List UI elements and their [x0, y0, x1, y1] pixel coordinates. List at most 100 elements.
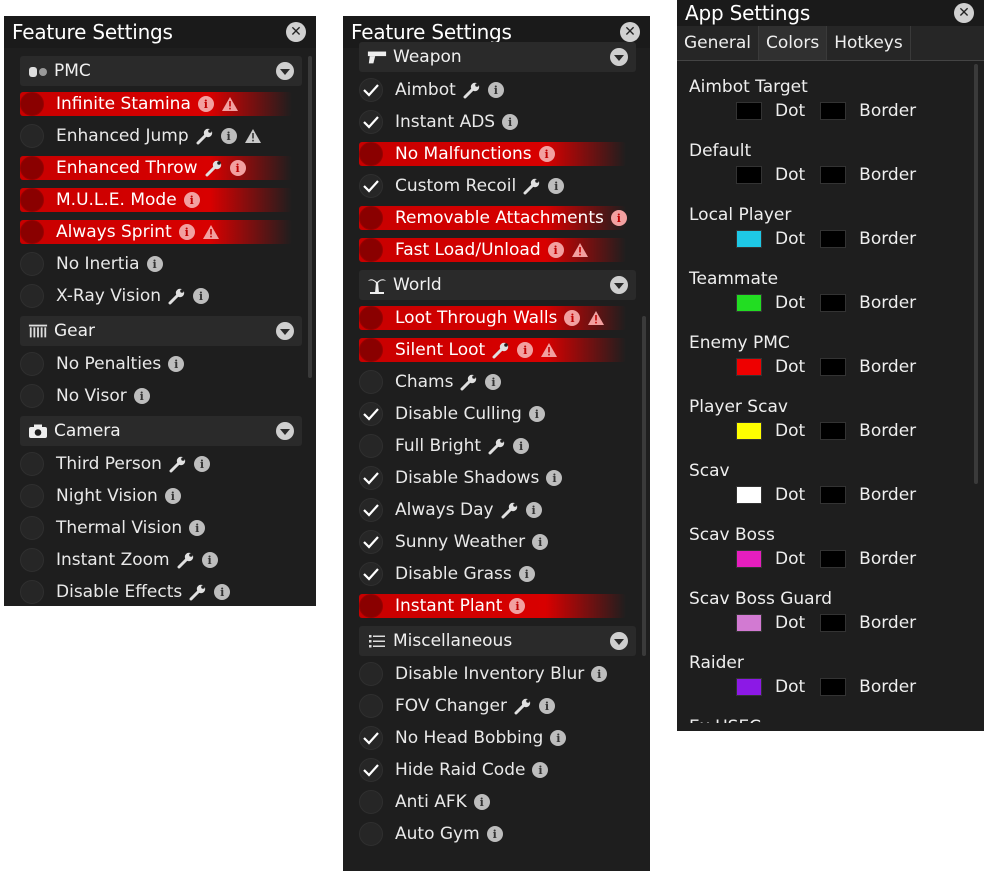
scrollbar[interactable]: [642, 316, 646, 656]
toggle-checkbox[interactable]: [20, 580, 44, 604]
feature-row-no-visor[interactable]: No Visor i: [14, 380, 306, 412]
toggle-checkbox[interactable]: [359, 434, 383, 458]
info-icon[interactable]: i: [220, 128, 237, 144]
info-icon[interactable]: i: [189, 520, 206, 536]
toggle-checkbox[interactable]: [20, 220, 44, 244]
info-icon[interactable]: i: [591, 666, 608, 682]
section-world[interactable]: World: [359, 270, 636, 300]
info-icon[interactable]: i: [487, 82, 504, 98]
toggle-checkbox[interactable]: [359, 694, 383, 718]
feature-row-enhanced-jump[interactable]: Enhanced Jump i: [14, 120, 306, 152]
info-icon[interactable]: i: [197, 96, 214, 112]
toggle-checkbox[interactable]: [359, 78, 383, 102]
feature-row-instant-ads[interactable]: Instant ADS i: [353, 106, 640, 138]
toggle-checkbox[interactable]: [20, 92, 44, 116]
wrench-icon[interactable]: [523, 177, 541, 195]
border-color-swatch[interactable]: [820, 486, 847, 504]
toggle-checkbox[interactable]: [20, 124, 44, 148]
feature-row-disable-culling[interactable]: Disable Culling i: [353, 398, 640, 430]
feature-row-instant-plant[interactable]: Instant Plant i: [353, 590, 640, 622]
feature-row-disable-effects[interactable]: Disable Effects i: [14, 576, 306, 606]
toggle-checkbox[interactable]: [20, 484, 44, 508]
border-color-swatch[interactable]: [820, 550, 847, 568]
border-color-swatch[interactable]: [820, 230, 847, 248]
toggle-checkbox[interactable]: [359, 498, 383, 522]
wrench-icon[interactable]: [169, 455, 187, 473]
info-icon[interactable]: i: [168, 356, 185, 372]
info-icon[interactable]: i: [214, 584, 231, 600]
info-icon[interactable]: i: [525, 502, 542, 518]
border-color-swatch[interactable]: [820, 614, 847, 632]
feature-row-disable-inventory-blur[interactable]: Disable Inventory Blur i: [353, 658, 640, 690]
dot-color-swatch[interactable]: [736, 102, 762, 120]
wrench-icon[interactable]: [177, 551, 195, 569]
section-gear[interactable]: Gear: [20, 316, 302, 346]
wrench-icon[interactable]: [460, 373, 478, 391]
wrench-icon[interactable]: [514, 697, 532, 715]
wrench-icon[interactable]: [205, 159, 223, 177]
chevron-down-icon[interactable]: [276, 422, 294, 440]
toggle-checkbox[interactable]: [359, 370, 383, 394]
info-icon[interactable]: i: [532, 762, 549, 778]
info-icon[interactable]: i: [548, 178, 565, 194]
feature-row-x-ray-vision[interactable]: X-Ray Vision i: [14, 280, 306, 312]
section-weapon[interactable]: Weapon: [359, 42, 636, 72]
feature-row-fast-load-unload[interactable]: Fast Load/Unload i: [353, 234, 640, 266]
toggle-checkbox[interactable]: [359, 174, 383, 198]
border-color-swatch[interactable]: [820, 678, 847, 696]
info-icon[interactable]: i: [193, 456, 210, 472]
info-icon[interactable]: i: [610, 210, 627, 226]
toggle-checkbox[interactable]: [359, 338, 383, 362]
info-icon[interactable]: i: [547, 242, 564, 258]
toggle-checkbox[interactable]: [20, 516, 44, 540]
dot-color-swatch[interactable]: [736, 486, 762, 504]
info-icon[interactable]: i: [485, 374, 502, 390]
feature-row-fov-changer[interactable]: FOV Changer i: [353, 690, 640, 722]
wrench-icon[interactable]: [501, 501, 519, 519]
feature-row-no-inertia[interactable]: No Inertia i: [14, 248, 306, 280]
toggle-checkbox[interactable]: [359, 594, 383, 618]
toggle-checkbox[interactable]: [20, 188, 44, 212]
section-pmc[interactable]: PMC: [20, 56, 302, 86]
info-icon[interactable]: i: [183, 192, 200, 208]
info-icon[interactable]: i: [513, 438, 530, 454]
scrollbar[interactable]: [308, 56, 312, 378]
wrench-icon[interactable]: [168, 287, 186, 305]
feature-row-chams[interactable]: Chams i: [353, 366, 640, 398]
tab-general[interactable]: General: [677, 26, 759, 60]
toggle-checkbox[interactable]: [359, 142, 383, 166]
scrollbar[interactable]: [974, 64, 978, 484]
info-icon[interactable]: i: [528, 406, 545, 422]
tab-colors[interactable]: Colors: [759, 26, 828, 60]
info-icon[interactable]: i: [146, 256, 163, 272]
chevron-down-icon[interactable]: [610, 48, 628, 66]
info-icon[interactable]: i: [517, 342, 534, 358]
feature-row-hide-raid-code[interactable]: Hide Raid Code i: [353, 754, 640, 786]
info-icon[interactable]: i: [164, 488, 181, 504]
close-icon[interactable]: ✕: [954, 3, 974, 23]
border-color-swatch[interactable]: [820, 102, 847, 120]
tab-hotkeys[interactable]: Hotkeys: [827, 26, 911, 60]
panel-titlebar[interactable]: App Settings ✕: [677, 0, 984, 26]
feature-row-custom-recoil[interactable]: Custom Recoil i: [353, 170, 640, 202]
toggle-checkbox[interactable]: [359, 466, 383, 490]
wrench-icon[interactable]: [196, 127, 214, 145]
toggle-checkbox[interactable]: [20, 452, 44, 476]
toggle-checkbox[interactable]: [20, 548, 44, 572]
section-miscellaneous[interactable]: Miscellaneous: [359, 626, 636, 656]
feature-row-night-vision[interactable]: Night Vision i: [14, 480, 306, 512]
feature-row-m-u-l-e-mode[interactable]: M.U.L.E. Mode i: [14, 184, 306, 216]
border-color-swatch[interactable]: [820, 294, 847, 312]
info-icon[interactable]: i: [564, 310, 581, 326]
wrench-icon[interactable]: [492, 341, 510, 359]
toggle-checkbox[interactable]: [359, 790, 383, 814]
panel-titlebar[interactable]: Feature Settings ✕: [4, 16, 316, 48]
toggle-checkbox[interactable]: [20, 352, 44, 376]
wrench-icon[interactable]: [488, 437, 506, 455]
toggle-checkbox[interactable]: [359, 530, 383, 554]
feature-row-no-head-bobbing[interactable]: No Head Bobbing i: [353, 722, 640, 754]
info-icon[interactable]: i: [538, 146, 555, 162]
dot-color-swatch[interactable]: [736, 166, 762, 184]
info-icon[interactable]: i: [201, 552, 218, 568]
toggle-checkbox[interactable]: [20, 156, 44, 180]
